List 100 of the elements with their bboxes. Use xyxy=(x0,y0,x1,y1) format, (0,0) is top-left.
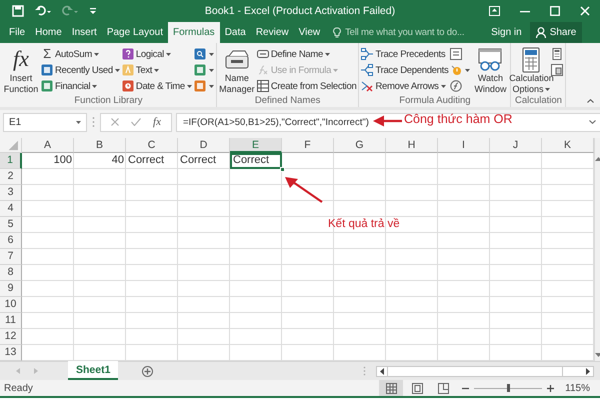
sign-in-link[interactable]: Sign in xyxy=(491,27,522,38)
group-label: Calculation xyxy=(514,95,563,107)
caret-icon xyxy=(208,52,214,56)
ribbon-tab[interactable]: Home xyxy=(30,22,67,43)
save-icon[interactable] xyxy=(12,5,24,17)
row-header[interactable]: 1 xyxy=(0,153,22,169)
page-layout-icon xyxy=(412,382,423,394)
ribbon-display-icon[interactable] xyxy=(489,6,500,16)
ribbon-button[interactable]: Σ AutoSum xyxy=(41,46,120,62)
tell-me-field[interactable]: Tell me what you want to do... xyxy=(345,27,482,38)
column-header[interactable]: G xyxy=(334,138,386,153)
ribbon-button[interactable]: Define Name xyxy=(256,46,356,62)
formula-icon xyxy=(256,64,269,76)
customize-icon[interactable] xyxy=(89,5,97,17)
row-header[interactable]: 12 xyxy=(0,329,22,345)
ribbon-button[interactable]: Recently Used xyxy=(41,62,120,78)
ribbon-tab[interactable]: Page Layout xyxy=(102,22,168,43)
column-header[interactable]: F xyxy=(282,138,334,153)
ribbon-button[interactable]: Watch Window xyxy=(472,46,508,95)
row-header[interactable]: 2 xyxy=(0,169,22,185)
insert-function-button[interactable]: fx xyxy=(153,116,161,128)
column-header[interactable]: J xyxy=(490,138,542,153)
page-break-icon xyxy=(438,382,449,394)
name-box[interactable]: E1 xyxy=(3,112,87,132)
row-header[interactable]: 9 xyxy=(0,281,22,297)
scroll-thumb[interactable] xyxy=(387,366,563,376)
ribbon-icon-button[interactable] xyxy=(194,62,214,78)
expand-icon[interactable] xyxy=(589,120,596,124)
ribbon-button[interactable]: Remove Arrows xyxy=(361,78,448,94)
column-header[interactable]: C xyxy=(126,138,178,153)
ribbon-button[interactable]: Financial xyxy=(41,78,120,94)
table-cell[interactable]: Correct xyxy=(126,153,178,169)
table-cell[interactable]: Correct xyxy=(230,153,282,169)
slider-thumb[interactable] xyxy=(507,384,510,392)
column-header[interactable]: D xyxy=(178,138,230,153)
ribbon-button[interactable]: Trace Precedents xyxy=(361,46,448,62)
row-header[interactable]: 6 xyxy=(0,233,22,249)
ribbon-button[interactable]: Logical xyxy=(122,46,192,62)
collapse-ribbon-icon[interactable] xyxy=(587,99,594,103)
calculator-icon xyxy=(551,48,564,60)
undo-icon[interactable] xyxy=(35,5,51,17)
horizontal-scrollbar[interactable] xyxy=(376,366,594,376)
column-header[interactable]: I xyxy=(438,138,490,153)
row-header[interactable]: 13 xyxy=(0,345,22,361)
ribbon-icon-button[interactable] xyxy=(551,46,564,62)
caret-icon xyxy=(114,68,120,72)
row-header[interactable]: 5 xyxy=(0,217,22,233)
ribbon-button[interactable]: Text xyxy=(122,62,192,78)
row-header[interactable]: 7 xyxy=(0,249,22,265)
ribbon-button[interactable]: Create from Selection xyxy=(256,78,356,94)
normal-view-icon xyxy=(386,382,397,394)
tag-icon xyxy=(256,48,269,60)
ribbon-button[interactable]: fx Insert Function xyxy=(3,46,39,95)
row-header[interactable]: 10 xyxy=(0,297,22,313)
ribbon-button[interactable]: Name Manager xyxy=(218,46,255,95)
ribbon-tab[interactable]: Review xyxy=(250,22,294,43)
ribbon-icon-button[interactable] xyxy=(194,46,214,62)
vertical-scrollbar[interactable] xyxy=(594,138,600,361)
ribbon-tab[interactable]: View xyxy=(294,22,326,43)
row-header[interactable]: 4 xyxy=(0,201,22,217)
ribbon-icon-button[interactable] xyxy=(194,78,214,94)
fill-handle[interactable] xyxy=(280,167,285,172)
ribbon-tab[interactable]: File xyxy=(4,22,30,43)
ribbon-tab[interactable]: Formulas xyxy=(168,22,220,43)
ribbon-button[interactable]: Date & Time xyxy=(122,78,192,94)
formula-sheet-icon xyxy=(450,48,462,60)
maximize-icon[interactable] xyxy=(550,6,560,16)
view-button[interactable] xyxy=(379,380,404,396)
group-label: Defined Names xyxy=(254,95,322,107)
zoom-in-icon[interactable] xyxy=(547,384,554,392)
row-header[interactable]: 8 xyxy=(0,265,22,281)
book-icon xyxy=(194,80,206,92)
ribbon-button[interactable]: Trace Dependents xyxy=(361,62,448,78)
caret-icon xyxy=(76,120,81,124)
table-cell[interactable]: 100 xyxy=(22,153,74,169)
column-header[interactable]: B xyxy=(74,138,126,153)
trace-arrows-icon xyxy=(361,64,374,76)
column-header[interactable]: A xyxy=(22,138,74,153)
close-icon[interactable] xyxy=(580,6,590,16)
grip-icon xyxy=(92,116,95,128)
ribbon-tab[interactable]: Data xyxy=(220,22,251,43)
row-header[interactable]: 3 xyxy=(0,185,22,201)
column-header[interactable]: E xyxy=(230,138,282,153)
scroll-down-icon[interactable] xyxy=(595,353,600,357)
table-cell[interactable]: Correct xyxy=(178,153,230,169)
scroll-up-icon[interactable] xyxy=(595,157,600,161)
caret-icon xyxy=(186,84,192,88)
caret-icon xyxy=(208,68,214,72)
column-header[interactable]: H xyxy=(386,138,438,153)
ribbon-tab[interactable]: Insert xyxy=(66,22,102,43)
sheet-tab[interactable]: Sheet1 xyxy=(68,361,118,380)
share-button[interactable]: Share xyxy=(530,22,582,43)
scroll-left-icon[interactable] xyxy=(380,368,384,374)
column-header[interactable]: K xyxy=(542,138,594,153)
zoom-percent[interactable]: 115% xyxy=(565,382,590,394)
row-header[interactable]: 11 xyxy=(0,313,22,329)
search-book-icon xyxy=(194,48,206,60)
table-cell[interactable]: 40 xyxy=(74,153,126,169)
scroll-right-icon[interactable] xyxy=(586,368,590,374)
add-sheet-icon[interactable] xyxy=(142,366,154,376)
